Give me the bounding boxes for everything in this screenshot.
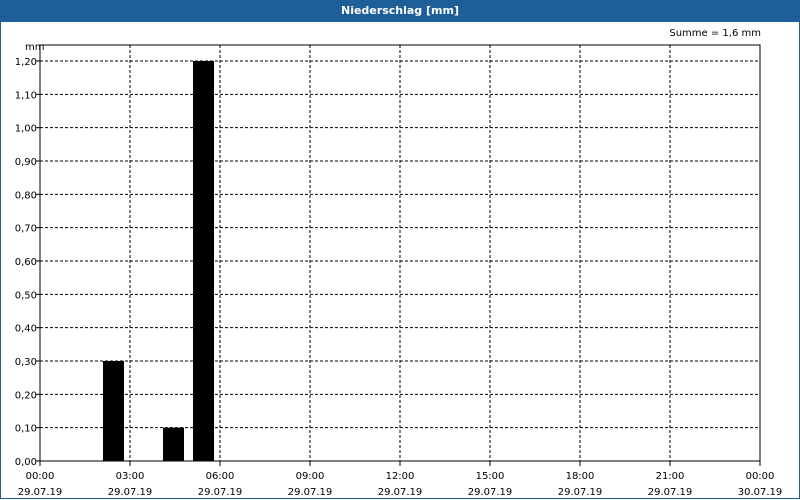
x-tick-date-label: 29.07.19: [18, 487, 63, 498]
grid-lines: [40, 45, 760, 461]
y-tick-label: 0,00: [15, 457, 37, 468]
x-tick-time-label: 21:00: [656, 471, 685, 482]
precipitation-bar: [193, 61, 214, 461]
y-tick-label: 0,90: [15, 157, 37, 168]
y-tick-label: 0,20: [15, 390, 37, 401]
bars: [103, 61, 214, 461]
precipitation-bar: [163, 427, 184, 461]
y-tick-label: 0,30: [15, 357, 37, 368]
y-tick-label: 0,80: [15, 190, 37, 201]
x-axis-ticks: 00:00 29.07.19 03:00 29.07.19 06:00 29.07.19 0…: [18, 461, 783, 498]
x-tick-time-label: 00:00: [26, 471, 55, 482]
x-tick-date-label: 29.07.19: [198, 487, 243, 498]
y-tick-label: 1,20: [15, 57, 37, 68]
x-tick-time-label: 15:00: [476, 471, 505, 482]
y-tick-label: 1,00: [15, 124, 37, 135]
x-tick-time-label: 00:00: [746, 471, 775, 482]
x-tick-time-label: 12:00: [386, 471, 415, 482]
y-tick-label: 0,70: [15, 224, 37, 235]
y-tick-label: 1,10: [15, 90, 37, 101]
x-tick-time-label: 03:00: [116, 471, 145, 482]
precipitation-bar: [103, 361, 124, 461]
x-tick-time-label: 18:00: [566, 471, 595, 482]
y-tick-label: 0,60: [15, 257, 37, 268]
x-tick-date-label: 29.07.19: [558, 487, 603, 498]
x-tick-date-label: 29.07.19: [378, 487, 423, 498]
y-axis-ticks: 0,00 0,10 0,20 0,30 0,40 0,50 0,60 0,70 0,80 0,90…: [15, 57, 40, 468]
x-tick-date-label: 29.07.19: [108, 487, 153, 498]
sum-label: Summe = 1,6 mm: [669, 28, 761, 39]
y-tick-label: 0,10: [15, 424, 37, 435]
y-tick-label: 0,50: [15, 290, 37, 301]
precipitation-chart: mm Summe = 1,6 mm 0,000,100,200,300,400,…: [15, 28, 783, 498]
y-tick-label: 0,40: [15, 324, 37, 335]
x-tick-time-label: 09:00: [296, 471, 325, 482]
x-tick-time-label: 06:00: [206, 471, 235, 482]
x-tick-date-label: 29.07.19: [288, 487, 333, 498]
x-tick-date-label: 29.07.19: [468, 487, 513, 498]
x-tick-date-label: 29.07.19: [648, 487, 693, 498]
y-unit-label: mm: [25, 42, 44, 53]
x-tick-date-label: 30.07.19: [738, 487, 783, 498]
